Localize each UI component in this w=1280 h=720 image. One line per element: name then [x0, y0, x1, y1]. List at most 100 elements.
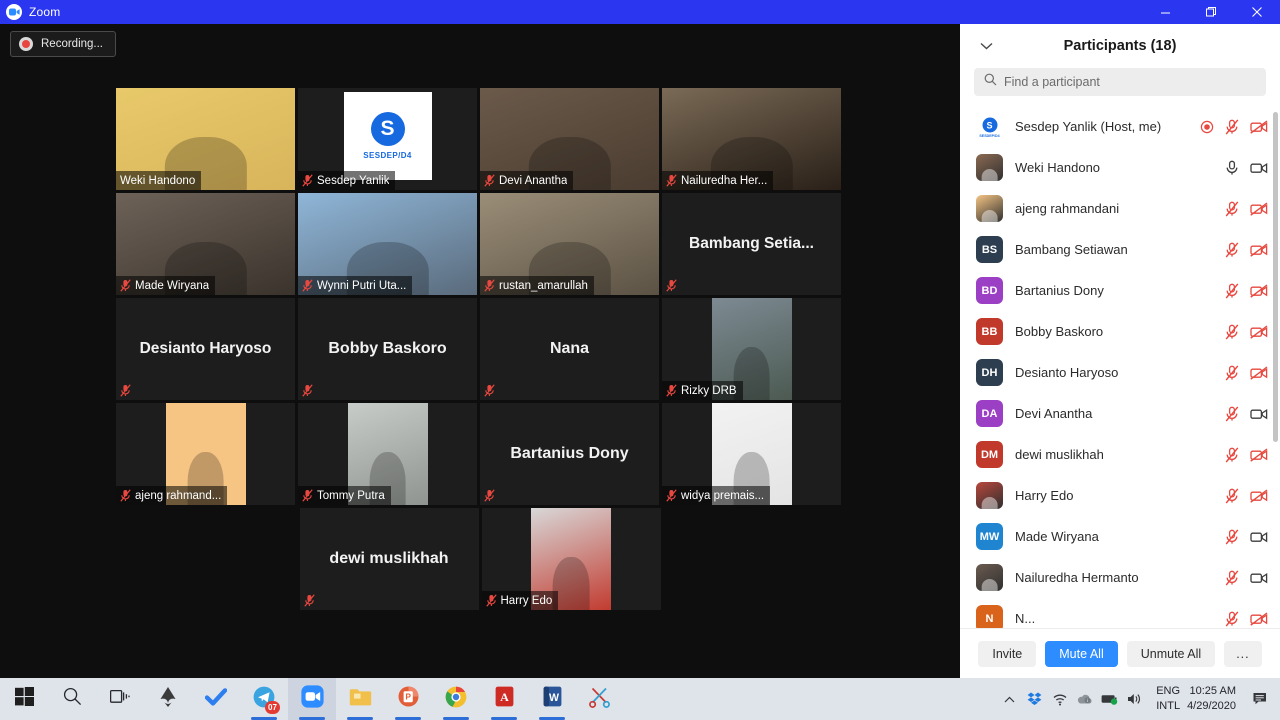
mic-muted-icon [120, 489, 131, 502]
participant-mic-icon[interactable] [1225, 242, 1239, 258]
participant-camera-icon[interactable] [1250, 489, 1268, 503]
maximize-restore-button[interactable] [1188, 0, 1234, 24]
participant-search-box[interactable] [974, 68, 1266, 96]
participant-mic-icon[interactable] [1225, 447, 1239, 463]
participant-mic-icon[interactable] [1225, 365, 1239, 381]
participant-status-icons [1225, 488, 1268, 504]
mute-all-button[interactable]: Mute All [1045, 641, 1117, 667]
participant-row[interactable]: NN... [960, 598, 1280, 628]
taskbar-inkscape[interactable] [144, 678, 192, 720]
minimize-button[interactable] [1142, 0, 1188, 24]
participant-camera-icon[interactable] [1250, 366, 1268, 380]
participant-name: Sesdep Yanlik (Host, me) [1015, 119, 1188, 134]
more-options-button[interactable]: ... [1224, 641, 1261, 667]
taskbar-snipping-tool[interactable] [576, 678, 624, 720]
video-tile[interactable]: Bambang Setia... [662, 193, 841, 295]
participant-mic-icon[interactable] [1225, 529, 1239, 545]
video-tile[interactable]: ajeng rahmand... [116, 403, 295, 505]
participant-camera-icon[interactable] [1250, 325, 1268, 339]
participant-mic-icon[interactable] [1225, 488, 1239, 504]
taskbar-acrobat-reader[interactable]: A [480, 678, 528, 720]
participant-row[interactable]: Nailuredha Hermanto [960, 557, 1280, 598]
video-tile[interactable]: Weki Handono [116, 88, 295, 190]
participant-camera-icon[interactable] [1250, 120, 1268, 134]
speaker-icon[interactable] [1122, 678, 1147, 720]
participant-row[interactable]: ajeng rahmandani [960, 188, 1280, 229]
taskbar-powerpoint[interactable]: P [384, 678, 432, 720]
video-tile[interactable]: rustan_amarullah [480, 193, 659, 295]
participant-camera-icon[interactable] [1250, 202, 1268, 216]
tile-participant-name-large: Bartanius Dony [480, 403, 659, 505]
participant-row[interactable]: DHDesianto Haryoso [960, 352, 1280, 393]
video-tile[interactable]: Harry Edo [482, 508, 661, 610]
taskbar-file-explorer[interactable] [336, 678, 384, 720]
taskbar-telegram[interactable]: 07 [240, 678, 288, 720]
close-button[interactable] [1234, 0, 1280, 24]
participant-row[interactable]: MWMade Wiryana [960, 516, 1280, 557]
invite-button[interactable]: Invite [978, 641, 1036, 667]
participant-row[interactable]: BSBambang Setiawan [960, 229, 1280, 270]
participant-mic-icon[interactable] [1225, 406, 1239, 422]
video-tile[interactable]: Tommy Putra [298, 403, 477, 505]
video-tile[interactable]: dewi muslikhah [300, 508, 479, 610]
participant-mic-icon[interactable] [1225, 324, 1239, 340]
participant-row[interactable]: DMdewi muslikhah [960, 434, 1280, 475]
participant-row[interactable]: BBBobby Baskoro [960, 311, 1280, 352]
participant-camera-icon[interactable] [1250, 612, 1268, 626]
video-tile[interactable]: Nana [480, 298, 659, 400]
mic-muted-icon [120, 384, 131, 397]
video-tile[interactable]: Desianto Haryoso [116, 298, 295, 400]
battery-icon[interactable] [1097, 678, 1122, 720]
taskbar-todoist[interactable] [192, 678, 240, 720]
tile-name-label: ajeng rahmand... [116, 486, 227, 505]
participant-row[interactable]: Weki Handono [960, 147, 1280, 188]
participants-scrollbar[interactable] [1273, 112, 1278, 442]
wifi-icon[interactable] [1047, 678, 1072, 720]
video-tile[interactable]: Devi Anantha [480, 88, 659, 190]
onedrive-icon[interactable]: i [1072, 678, 1097, 720]
unmute-all-button[interactable]: Unmute All [1127, 641, 1215, 667]
tile-participant-name: widya premais... [681, 490, 764, 502]
participant-mic-icon[interactable] [1225, 283, 1239, 299]
taskbar-search-button[interactable] [48, 678, 96, 720]
participant-camera-icon[interactable] [1250, 571, 1268, 585]
participant-row[interactable]: BDBartanius Dony [960, 270, 1280, 311]
clock[interactable]: 10:25 AM 4/29/2020 [1187, 684, 1246, 714]
participant-row[interactable]: DADevi Anantha [960, 393, 1280, 434]
tile-participant-name: ajeng rahmand... [135, 490, 221, 502]
participant-camera-icon[interactable] [1250, 161, 1268, 175]
participant-camera-icon[interactable] [1250, 284, 1268, 298]
video-tile[interactable]: Rizky DRB [662, 298, 841, 400]
participant-row[interactable]: Harry Edo [960, 475, 1280, 516]
chevron-up-icon[interactable] [997, 678, 1022, 720]
taskbar-zoom[interactable] [288, 678, 336, 720]
chevron-down-icon[interactable] [976, 36, 996, 56]
video-tile[interactable]: Bobby Baskoro [298, 298, 477, 400]
video-tile[interactable]: Made Wiryana [116, 193, 295, 295]
participant-camera-icon[interactable] [1250, 243, 1268, 257]
recording-indicator[interactable]: Recording... [10, 31, 116, 57]
participant-mic-icon[interactable] [1225, 611, 1239, 627]
participant-mic-icon[interactable] [1225, 160, 1239, 176]
taskbar-start-button[interactable] [0, 678, 48, 720]
search-input[interactable] [1004, 75, 1256, 89]
taskbar-word[interactable]: W [528, 678, 576, 720]
video-tile[interactable]: Bartanius Dony [480, 403, 659, 505]
participant-camera-icon[interactable] [1250, 407, 1268, 421]
video-tile[interactable]: Wynni Putri Uta... [298, 193, 477, 295]
taskbar-task-view-button[interactable] [96, 678, 144, 720]
taskbar-chrome[interactable] [432, 678, 480, 720]
notification-icon[interactable] [1246, 678, 1276, 720]
participant-mic-icon[interactable] [1225, 201, 1239, 217]
participant-mic-icon[interactable] [1225, 570, 1239, 586]
language-indicator[interactable]: ENG INTL [1147, 684, 1187, 714]
participant-mic-icon[interactable] [1225, 119, 1239, 135]
participant-row[interactable]: SSESDEP/D4Sesdep Yanlik (Host, me) [960, 106, 1280, 147]
dropbox-icon[interactable] [1022, 678, 1047, 720]
video-tile[interactable]: Nailuredha Her... [662, 88, 841, 190]
participants-list[interactable]: SSESDEP/D4Sesdep Yanlik (Host, me)Weki H… [960, 106, 1280, 628]
participant-camera-icon[interactable] [1250, 448, 1268, 462]
video-tile[interactable]: SSESDEP/D4Sesdep Yanlik [298, 88, 477, 190]
participant-camera-icon[interactable] [1250, 530, 1268, 544]
video-tile[interactable]: widya premais... [662, 403, 841, 505]
